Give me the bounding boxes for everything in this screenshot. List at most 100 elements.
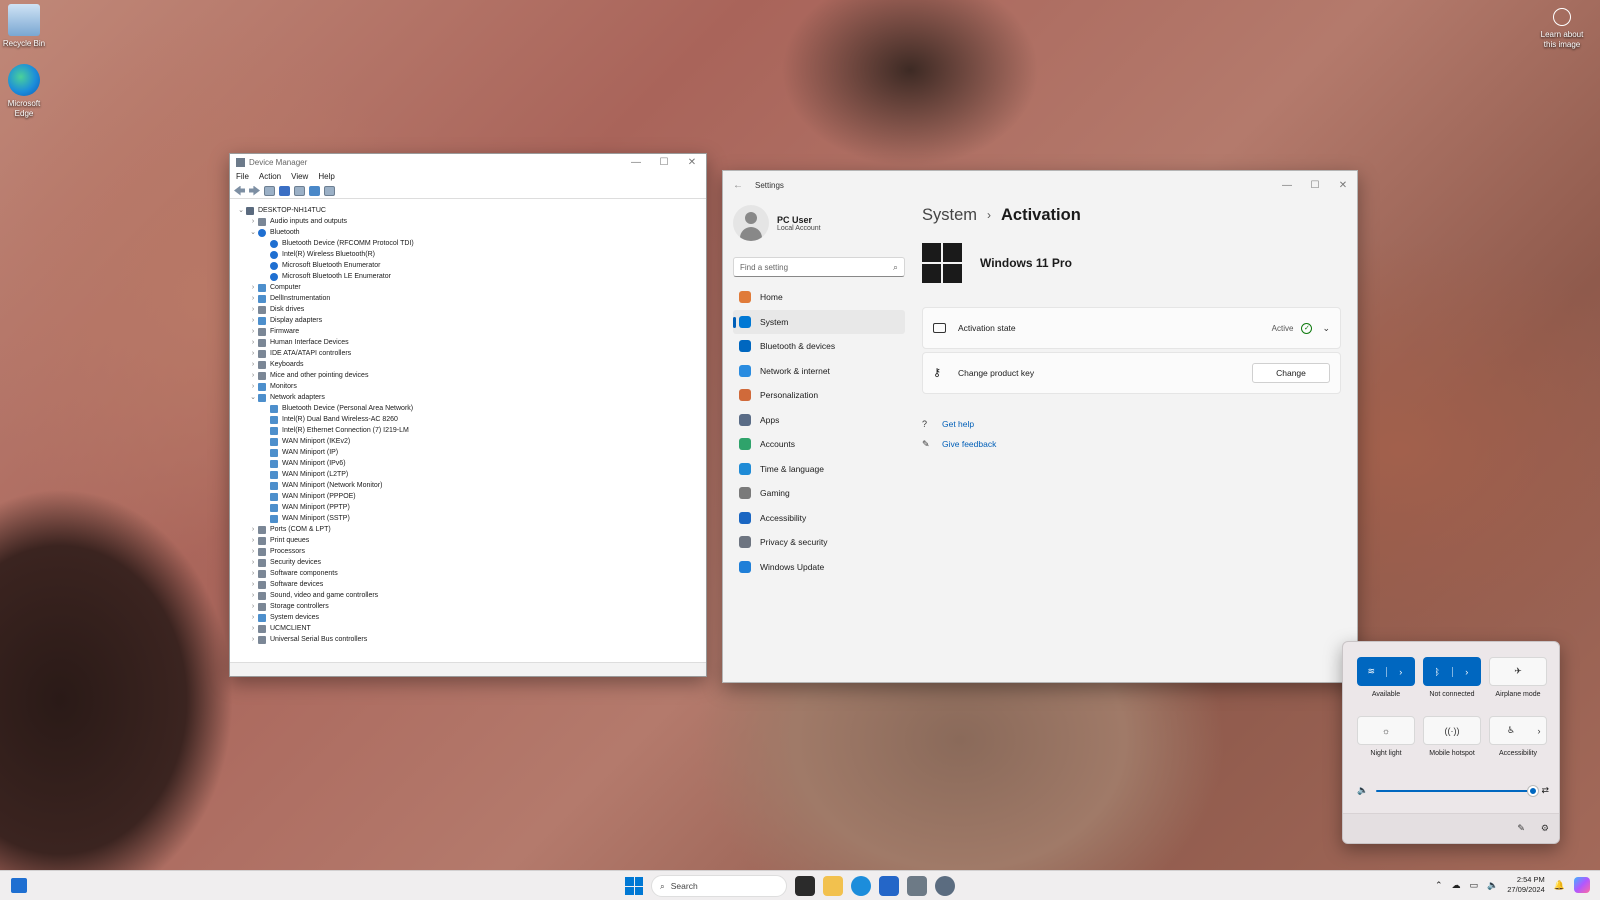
chevron-right-icon[interactable]: › — [248, 623, 258, 634]
tree-node[interactable]: › Monitors — [236, 381, 706, 392]
scan-hardware-icon[interactable] — [309, 185, 320, 196]
chevron-right-icon[interactable]: › — [248, 326, 258, 337]
chevron-right-icon[interactable]: › — [248, 634, 258, 645]
tree-node[interactable]: Bluetooth Device (Personal Area Network) — [236, 403, 706, 414]
breadcrumb-parent[interactable]: System — [922, 206, 977, 225]
close-button[interactable]: ✕ — [678, 157, 706, 168]
tree-node[interactable]: › Sound, video and game controllers — [236, 590, 706, 601]
store-icon[interactable] — [879, 876, 899, 896]
chevron-right-icon[interactable]: › — [248, 337, 258, 348]
sidebar-item-apps[interactable]: Apps — [733, 408, 905, 433]
tree-node[interactable]: › IDE ATA/ATAPI controllers — [236, 348, 706, 359]
tree-node[interactable]: › Keyboards — [236, 359, 706, 370]
tree-node[interactable]: › Software devices — [236, 579, 706, 590]
chevron-down-icon[interactable]: ⌄ — [248, 392, 258, 403]
chevron-right-icon[interactable]: › — [248, 359, 258, 370]
menu-view[interactable]: View — [291, 172, 308, 181]
tree-node[interactable]: › Human Interface Devices — [236, 337, 706, 348]
tree-node[interactable]: WAN Miniport (IKEv2) — [236, 436, 706, 447]
volume-icon[interactable]: 🔈 — [1487, 880, 1498, 891]
chevron-right-icon[interactable]: › — [248, 557, 258, 568]
tree-node[interactable]: › Software components — [236, 568, 706, 579]
tree-node[interactable]: WAN Miniport (SSTP) — [236, 513, 706, 524]
chevron-right-icon[interactable]: › — [248, 293, 258, 304]
start-button[interactable] — [625, 877, 643, 895]
chevron-right-icon[interactable]: › — [248, 568, 258, 579]
taskbar-search[interactable]: ⌕ Search — [651, 875, 787, 897]
quick-tile-available[interactable]: ≋ › — [1357, 657, 1415, 686]
title-bar[interactable]: ← Settings — ☐ ✕ — [723, 171, 1357, 199]
quick-tile-accessibility[interactable]: ♿ › — [1489, 716, 1547, 745]
chevron-right-icon[interactable]: › — [248, 315, 258, 326]
settings-search-input[interactable]: Find a setting ⌕ — [733, 257, 905, 277]
learn-about-image[interactable]: Learn about this image — [1536, 8, 1588, 50]
sidebar-item-system[interactable]: System — [733, 309, 905, 334]
desktop-icon-edge[interactable]: Microsoft Edge — [0, 64, 48, 119]
tree-node[interactable]: › Universal Serial Bus controllers — [236, 634, 706, 645]
chevron-right-icon[interactable]: › — [248, 216, 258, 227]
tree-node[interactable]: Bluetooth Device (RFCOMM Protocol TDI) — [236, 238, 706, 249]
chevron-right-icon[interactable]: › — [1451, 666, 1482, 677]
quick-tile-mobile-hotspot[interactable]: ((·)) — [1423, 716, 1481, 745]
sidebar-item-gaming[interactable]: Gaming — [733, 481, 905, 506]
chevron-right-icon[interactable]: › — [248, 381, 258, 392]
wifi-icon[interactable]: ≋ — [1357, 666, 1386, 677]
edit-pencil-icon[interactable]: ✎ — [1517, 823, 1525, 834]
activation-state-card[interactable]: Activation state Active ✓ ⌄ — [922, 307, 1341, 349]
clock[interactable]: 2:54 PM 27/09/2024 — [1507, 875, 1545, 895]
tree-node[interactable]: › DellInstrumentation — [236, 293, 706, 304]
device-manager-app-icon[interactable] — [907, 876, 927, 896]
minimize-button[interactable]: — — [1273, 180, 1301, 191]
sidebar-item-network-internet[interactable]: Network & internet — [733, 359, 905, 384]
tree-node[interactable]: › Firmware — [236, 326, 706, 337]
menu-action[interactable]: Action — [259, 172, 281, 181]
edge-icon[interactable] — [851, 876, 871, 896]
chevron-right-icon[interactable]: › — [248, 535, 258, 546]
sidebar-item-personalization[interactable]: Personalization — [733, 383, 905, 408]
tree-node[interactable]: › Storage controllers — [236, 601, 706, 612]
tree-node[interactable]: › Disk drives — [236, 304, 706, 315]
back-arrow-icon[interactable] — [234, 185, 245, 196]
user-profile[interactable]: PC User Local Account — [733, 203, 905, 243]
maximize-button[interactable]: ☐ — [650, 157, 678, 168]
give-feedback-link[interactable]: ✎ Give feedback — [922, 434, 1341, 454]
sidebar-item-accounts[interactable]: Accounts — [733, 432, 905, 457]
quick-tile-night-light[interactable]: ☼ — [1357, 716, 1415, 745]
network-icon[interactable]: ▭ — [1470, 880, 1479, 891]
accessibility-icon[interactable]: ♿ — [1490, 725, 1532, 736]
view-icon[interactable] — [294, 185, 305, 196]
help-icon[interactable] — [279, 185, 290, 196]
chevron-right-icon[interactable]: › — [248, 590, 258, 601]
hotspot-icon[interactable]: ((·)) — [1424, 726, 1480, 736]
change-button[interactable]: Change — [1252, 363, 1330, 383]
sidebar-item-accessibility[interactable]: Accessibility — [733, 506, 905, 531]
settings-app-icon[interactable] — [935, 876, 955, 896]
file-explorer-icon[interactable] — [823, 876, 843, 896]
tree-node[interactable]: Microsoft Bluetooth LE Enumerator — [236, 271, 706, 282]
widgets-icon[interactable] — [11, 878, 27, 893]
chevron-right-icon[interactable]: › — [1385, 666, 1416, 677]
tree-node[interactable]: WAN Miniport (PPPOE) — [236, 491, 706, 502]
chevron-down-icon[interactable]: ⌄ — [236, 205, 246, 216]
tree-node[interactable]: WAN Miniport (IPv6) — [236, 458, 706, 469]
bluetooth-icon[interactable]: ᛒ — [1423, 667, 1452, 677]
chevron-right-icon[interactable]: › — [248, 304, 258, 315]
chevron-right-icon[interactable]: › — [248, 348, 258, 359]
monitor-icon[interactable] — [324, 185, 335, 196]
tree-node[interactable]: › Security devices — [236, 557, 706, 568]
close-button[interactable]: ✕ — [1329, 180, 1357, 191]
volume-slider[interactable] — [1376, 785, 1539, 796]
sidebar-item-time-language[interactable]: Time & language — [733, 457, 905, 482]
tree-node[interactable]: WAN Miniport (PPTP) — [236, 502, 706, 513]
tree-node[interactable]: › Print queues — [236, 535, 706, 546]
chevron-down-icon[interactable]: ⌄ — [1322, 323, 1330, 334]
forward-arrow-icon[interactable] — [249, 185, 260, 196]
menu-help[interactable]: Help — [318, 172, 334, 181]
sidebar-item-privacy-security[interactable]: Privacy & security — [733, 530, 905, 555]
desktop-icon-recycle-bin[interactable]: Recycle Bin — [0, 4, 48, 49]
chevron-right-icon[interactable]: › — [248, 612, 258, 623]
tree-node[interactable]: WAN Miniport (L2TP) — [236, 469, 706, 480]
sidebar-item-windows-update[interactable]: Windows Update — [733, 555, 905, 580]
tree-node[interactable]: › Ports (COM & LPT) — [236, 524, 706, 535]
chevron-right-icon[interactable]: › — [248, 524, 258, 535]
